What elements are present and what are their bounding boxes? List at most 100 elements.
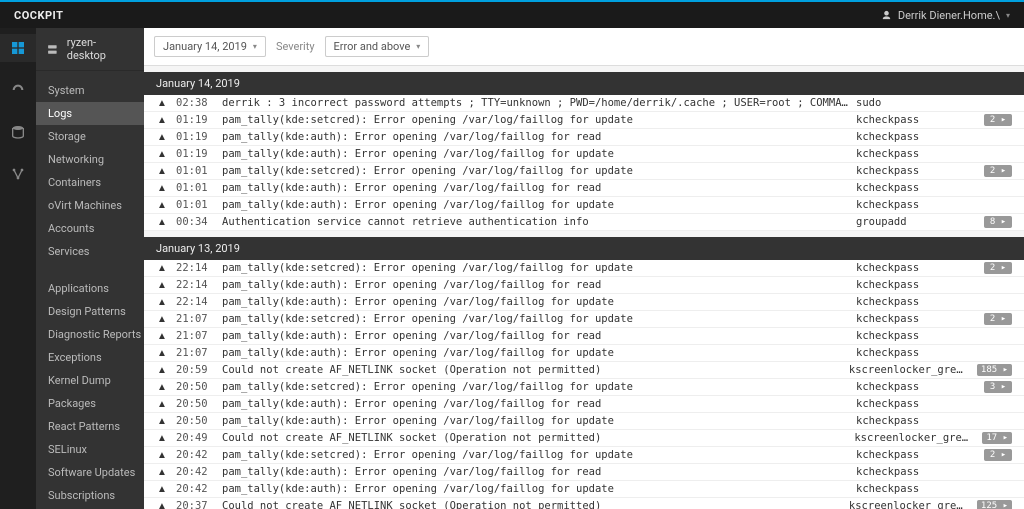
sidebar-item-applications[interactable]: Applications: [36, 277, 144, 300]
log-row[interactable]: ▲02:38derrik : 3 incorrect password atte…: [144, 95, 1024, 112]
sidebar-item-diagnostic-reports[interactable]: Diagnostic Reports: [36, 323, 144, 346]
log-row[interactable]: ▲ 00:34 Authentication service cannot retr…: [144, 214, 1024, 231]
chevron-down-icon: ▾: [416, 42, 420, 51]
sidebar-item-software-updates[interactable]: Software Updates: [36, 461, 144, 484]
log-message: pam_tally(kde:auth): Error opening /var/…: [222, 415, 848, 427]
log-row[interactable]: ▲20:42pam_tally(kde:auth): Error opening…: [144, 481, 1024, 498]
log-row[interactable]: ▲21:07pam_tally(kde:auth): Error opening…: [144, 328, 1024, 345]
log-count-badge[interactable]: 2 ▸: [984, 313, 1012, 325]
log-row[interactable]: ▲20:42pam_tally(kde:auth): Error opening…: [144, 464, 1024, 481]
warning-icon: ▲: [156, 365, 168, 376]
severity-select[interactable]: Error and above ▾: [325, 36, 430, 57]
sidebar: ryzen-desktop SystemLogsStorageNetworkin…: [36, 28, 144, 509]
log-time: 20:42: [176, 466, 214, 478]
log-row[interactable]: ▲01:01pam_tally(kde:setcred): Error open…: [144, 163, 1024, 180]
rail-dashboard[interactable]: [0, 34, 36, 62]
log-service: kcheckpass: [856, 415, 976, 427]
host-label: ryzen-desktop: [67, 36, 134, 62]
log-time: 01:01: [176, 165, 214, 177]
sidebar-item-logs[interactable]: Logs: [36, 102, 144, 125]
log-count-badge[interactable]: 125 ▸: [977, 500, 1012, 509]
log-time: 20:49: [176, 432, 214, 444]
log-count-badge[interactable]: 17 ▸: [982, 432, 1012, 444]
log-service: kcheckpass: [856, 381, 976, 393]
sidebar-item-containers[interactable]: Containers: [36, 171, 144, 194]
log-count-badge[interactable]: 8 ▸: [984, 216, 1012, 228]
sidebar-item-accounts[interactable]: Accounts: [36, 217, 144, 240]
warning-icon: ▲: [156, 433, 168, 444]
log-row[interactable]: ▲01:19pam_tally(kde:auth): Error opening…: [144, 129, 1024, 146]
sidebar-item-packages[interactable]: Packages: [36, 392, 144, 415]
log-row[interactable]: ▲01:19pam_tally(kde:setcred): Error open…: [144, 112, 1024, 129]
log-time: 20:50: [176, 381, 214, 393]
log-row[interactable]: ▲01:01pam_tally(kde:auth): Error opening…: [144, 180, 1024, 197]
sidebar-item-react-patterns[interactable]: React Patterns: [36, 415, 144, 438]
log-row[interactable]: ▲22:14pam_tally(kde:setcred): Error open…: [144, 260, 1024, 277]
log-message: pam_tally(kde:auth): Error opening /var/…: [222, 131, 848, 143]
warning-icon: ▲: [156, 467, 168, 478]
sidebar-item-ovirt-machines[interactable]: oVirt Machines: [36, 194, 144, 217]
log-row[interactable]: ▲22:14pam_tally(kde:auth): Error opening…: [144, 277, 1024, 294]
log-row[interactable]: ▲20:37Could not create AF_NETLINK socket…: [144, 498, 1024, 509]
sidebar-item-subscriptions[interactable]: Subscriptions: [36, 484, 144, 507]
log-message: pam_tally(kde:auth): Error opening /var/…: [222, 199, 848, 211]
log-count-badge[interactable]: 2 ▸: [984, 262, 1012, 274]
log-list[interactable]: January 14, 2019▲02:38derrik : 3 incorre…: [144, 66, 1024, 509]
sidebar-item-services[interactable]: Services: [36, 240, 144, 263]
log-row[interactable]: ▲20:59Could not create AF_NETLINK socket…: [144, 362, 1024, 379]
log-count-badge[interactable]: 2 ▸: [984, 114, 1012, 126]
sidebar-item-exceptions[interactable]: Exceptions: [36, 346, 144, 369]
log-row[interactable]: ▲20:50pam_tally(kde:auth): Error opening…: [144, 413, 1024, 430]
log-message: Authentication service cannot retrieve a…: [222, 216, 848, 228]
log-service: kcheckpass: [856, 296, 976, 308]
log-row[interactable]: ▲01:19pam_tally(kde:auth): Error opening…: [144, 146, 1024, 163]
warning-icon: ▲: [156, 484, 168, 495]
log-message: Could not create AF_NETLINK socket (Oper…: [222, 432, 846, 444]
log-service: kcheckpass: [856, 199, 976, 211]
log-row[interactable]: ▲20:42pam_tally(kde:setcred): Error open…: [144, 447, 1024, 464]
log-row[interactable]: ▲22:14pam_tally(kde:auth): Error opening…: [144, 294, 1024, 311]
log-service: kcheckpass: [856, 279, 976, 291]
user-label: Derrik Diener.Home.\: [898, 9, 1000, 22]
log-service: kscreenlocker_gre…: [849, 500, 969, 509]
log-row[interactable]: ▲20:50pam_tally(kde:auth): Error opening…: [144, 396, 1024, 413]
sidebar-item-networking[interactable]: Networking: [36, 148, 144, 171]
sidebar-item-selinux[interactable]: SELinux: [36, 438, 144, 461]
log-time: 00:34: [176, 216, 214, 228]
log-row[interactable]: ▲21:07pam_tally(kde:setcred): Error open…: [144, 311, 1024, 328]
warning-icon: ▲: [156, 348, 168, 359]
log-time: 02:38: [176, 97, 214, 109]
log-count-badge[interactable]: 2 ▸: [984, 449, 1012, 461]
chevron-down-icon: ▾: [253, 42, 257, 51]
log-message: pam_tally(kde:setcred): Error opening /v…: [222, 165, 848, 177]
warning-icon: ▲: [156, 217, 168, 228]
log-row[interactable]: ▲21:07pam_tally(kde:auth): Error opening…: [144, 345, 1024, 362]
host-selector[interactable]: ryzen-desktop: [36, 28, 144, 71]
rail-network[interactable]: [0, 160, 36, 188]
log-message: pam_tally(kde:auth): Error opening /var/…: [222, 483, 848, 495]
sidebar-item-kernel-dump[interactable]: Kernel Dump: [36, 369, 144, 392]
sidebar-nav: SystemLogsStorageNetworkingContainersoVi…: [36, 71, 144, 509]
day-header: January 13, 2019: [144, 237, 1024, 260]
log-time: 20:42: [176, 449, 214, 461]
sidebar-item-design-patterns[interactable]: Design Patterns: [36, 300, 144, 323]
sidebar-item-storage[interactable]: Storage: [36, 125, 144, 148]
sidebar-item-system[interactable]: System: [36, 79, 144, 102]
log-row[interactable]: ▲ 20:49 Could not create AF_NETLINK socket…: [144, 430, 1024, 447]
rail-storage[interactable]: [0, 118, 36, 146]
log-row[interactable]: ▲20:50pam_tally(kde:setcred): Error open…: [144, 379, 1024, 396]
topbar: COCKPIT Derrik Diener.Home.\ ▾: [0, 0, 1024, 28]
log-count-badge[interactable]: 3 ▸: [984, 381, 1012, 393]
log-message: derrik : 3 incorrect password attempts ;…: [222, 97, 848, 109]
log-count-badge[interactable]: 185 ▸: [977, 364, 1012, 376]
log-service: sudo: [856, 97, 976, 109]
log-time: 20:50: [176, 415, 214, 427]
log-row[interactable]: ▲01:01pam_tally(kde:auth): Error opening…: [144, 197, 1024, 214]
log-count-badge[interactable]: 2 ▸: [984, 165, 1012, 177]
log-service: kscreenlocker_gre…: [849, 364, 969, 376]
warning-icon: ▲: [156, 331, 168, 342]
user-menu[interactable]: Derrik Diener.Home.\ ▾: [881, 9, 1010, 22]
rail-gauge[interactable]: [0, 76, 36, 104]
log-time: 21:07: [176, 330, 214, 342]
date-select[interactable]: January 14, 2019 ▾: [154, 36, 266, 57]
